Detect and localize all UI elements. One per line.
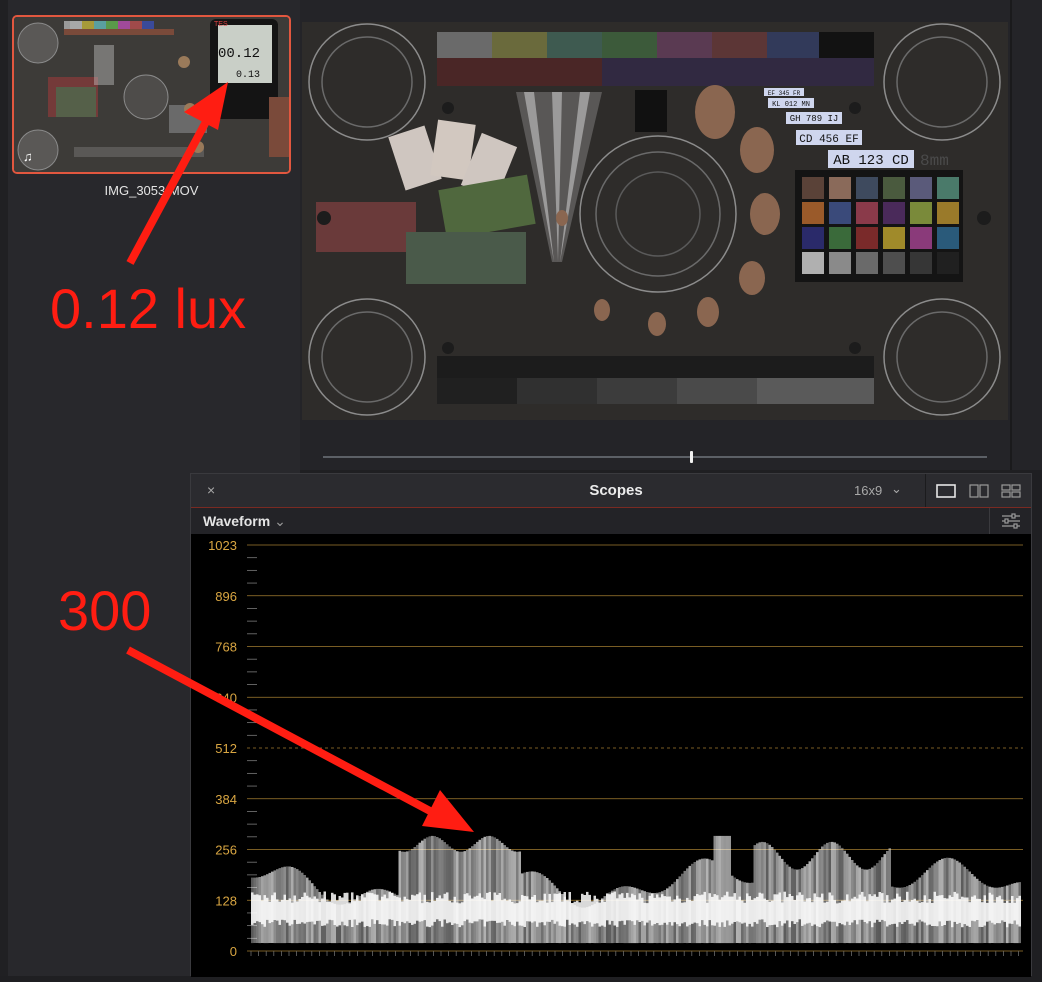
annotation-arrows — [126, 82, 474, 832]
arrow-to-meter — [126, 82, 228, 265]
arrow-to-waveform — [126, 646, 474, 832]
